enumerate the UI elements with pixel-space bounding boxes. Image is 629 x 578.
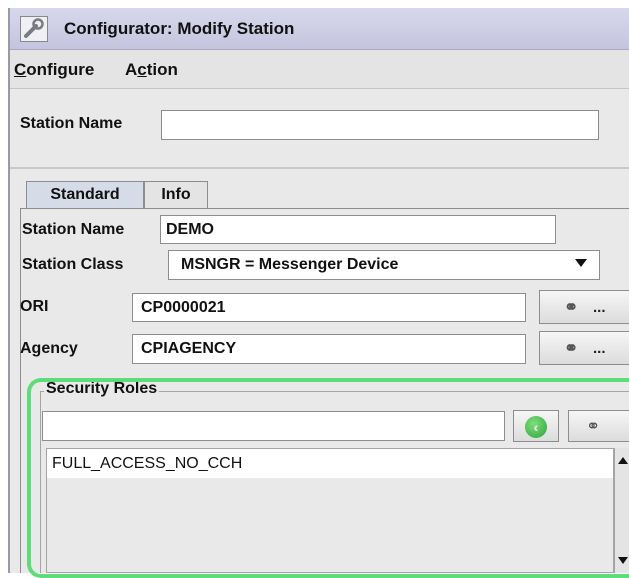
ori-label: ORI <box>20 298 49 315</box>
wrench-icon <box>20 16 48 42</box>
chevron-down-icon <box>575 259 587 267</box>
ori-field[interactable]: CP0000021 <box>132 293 526 322</box>
configurator-window: Configurator: Modify Station Configure A… <box>8 8 629 578</box>
binoculars-icon: ⚭ <box>564 339 579 358</box>
station-name-field[interactable]: DEMO <box>160 215 556 244</box>
station-class-value: MSNGR = Messenger Device <box>181 256 399 273</box>
highlight-outline <box>27 378 629 578</box>
station-search-area: Station Name <box>10 89 629 167</box>
separator <box>10 167 629 169</box>
tab-info[interactable]: Info <box>144 181 208 208</box>
binoculars-icon: ⚭ <box>564 298 579 317</box>
ori-browse-button[interactable]: ⚭ ... <box>539 290 629 324</box>
tab-standard[interactable]: Standard <box>26 181 144 208</box>
ori-browse-label: ... <box>593 299 606 316</box>
search-station-name-input[interactable] <box>161 110 599 140</box>
station-name-label: Station Name <box>22 221 125 238</box>
agency-browse-button[interactable]: ⚭ ... <box>539 331 629 365</box>
title-bar: Configurator: Modify Station <box>10 8 629 50</box>
agency-browse-label: ... <box>593 340 606 357</box>
menu-bar: Configure Action <box>10 50 629 89</box>
menu-action[interactable]: Action <box>125 60 178 80</box>
agency-field[interactable]: CPIAGENCY <box>132 334 526 364</box>
window-title: Configurator: Modify Station <box>64 19 295 38</box>
agency-label: Agency <box>20 340 78 357</box>
station-class-label: Station Class <box>22 256 124 273</box>
search-station-name-label: Station Name <box>20 115 123 132</box>
station-class-select[interactable]: MSNGR = Messenger Device <box>168 250 600 280</box>
menu-configure[interactable]: Configure <box>14 60 94 80</box>
